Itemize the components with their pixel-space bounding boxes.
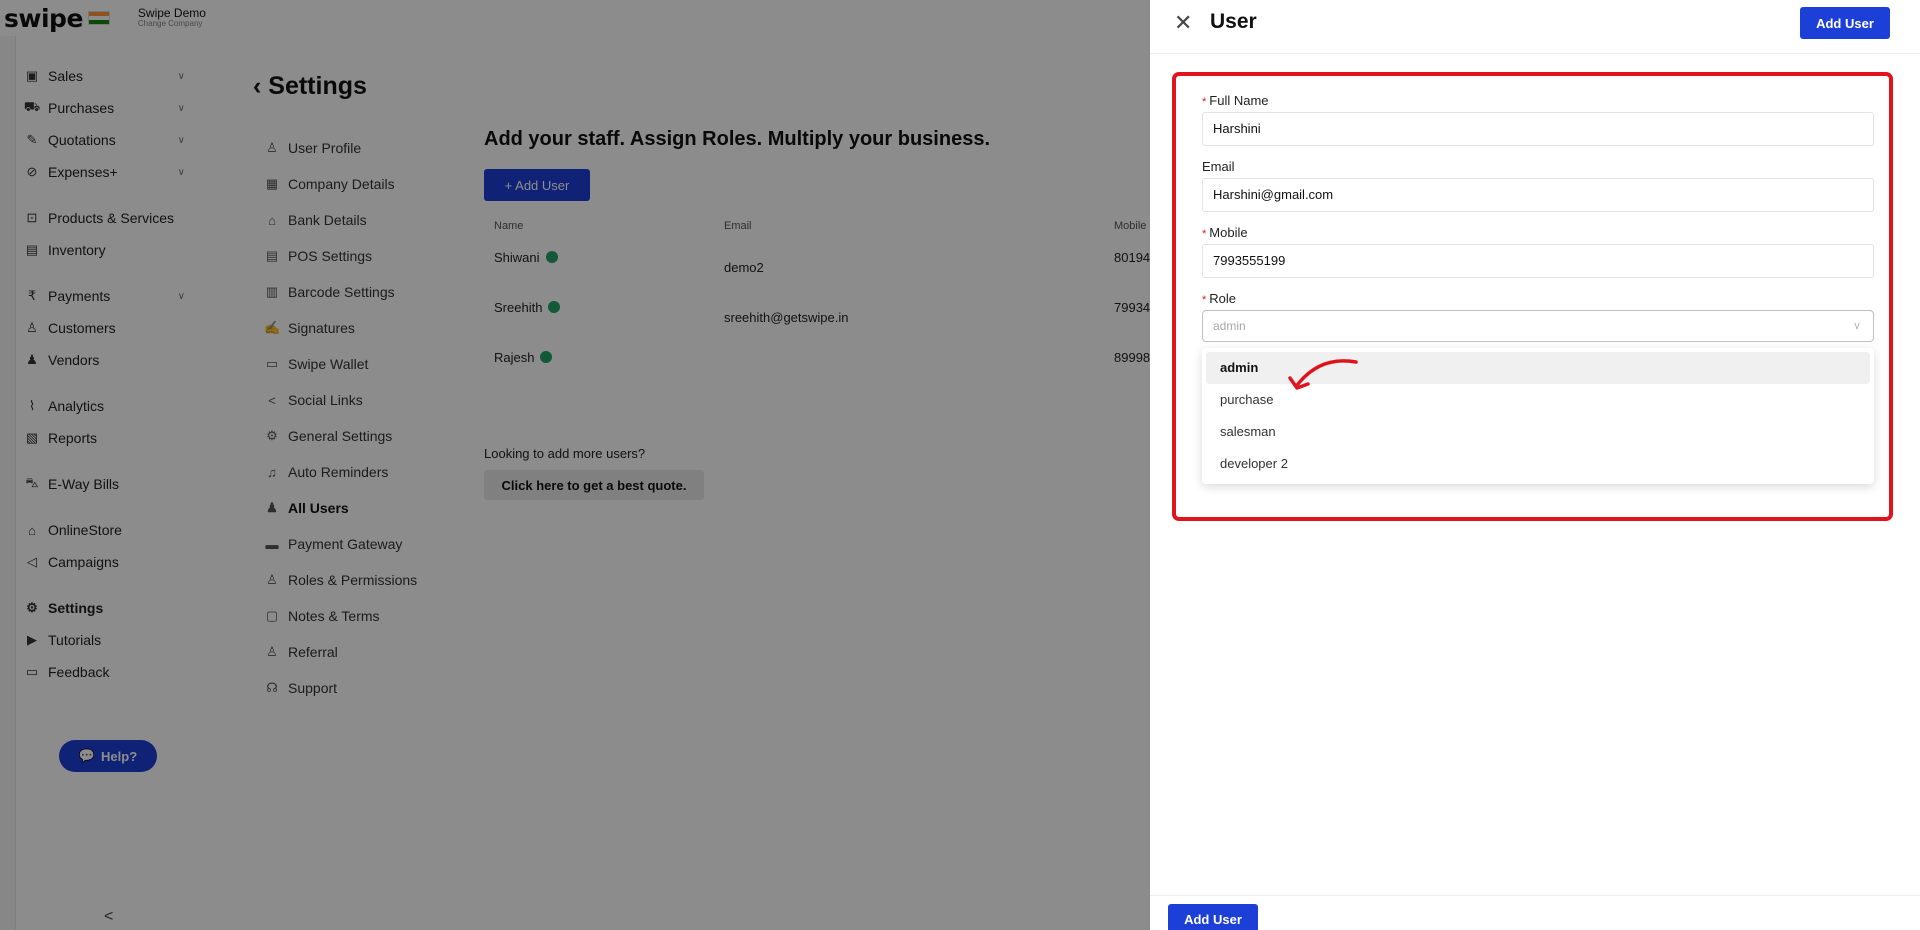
- add-user-drawer: ✕ User Add User * Full Name Harshini Emai…: [1150, 0, 1920, 930]
- email-label: Email: [1202, 159, 1235, 174]
- footer-add-user-button[interactable]: Add User: [1168, 904, 1258, 930]
- role-select[interactable]: admin ∨: [1202, 310, 1874, 342]
- drawer-title: User: [1210, 10, 1257, 33]
- drawer-footer: Add User: [1150, 895, 1920, 930]
- header-add-user-button[interactable]: Add User: [1800, 7, 1890, 39]
- mobile-label: * Mobile: [1202, 225, 1248, 240]
- modal-overlay[interactable]: [0, 0, 1150, 930]
- full-name-field[interactable]: Harshini: [1202, 112, 1874, 146]
- role-option[interactable]: developer 2: [1206, 448, 1870, 480]
- drawer-header: ✕ User Add User: [1150, 0, 1920, 54]
- role-placeholder: admin: [1213, 319, 1246, 333]
- email-field[interactable]: Harshini@gmail.com: [1202, 178, 1874, 212]
- full-name-label: * Full Name: [1202, 93, 1269, 108]
- required-marker: *: [1202, 228, 1207, 240]
- annotation-arrow-icon: [1288, 359, 1358, 390]
- role-option[interactable]: salesman: [1206, 416, 1870, 448]
- role-label: * Role: [1202, 291, 1237, 306]
- mobile-field[interactable]: 7993555199: [1202, 244, 1874, 278]
- close-icon[interactable]: ✕: [1174, 10, 1192, 36]
- chevron-down-icon: ∨: [1852, 320, 1861, 332]
- highlight-frame: * Full Name Harshini Email Harshini@gmail…: [1172, 72, 1893, 521]
- user-form: * Full Name Harshini Email Harshini@gmail…: [1202, 90, 1874, 484]
- required-marker: *: [1202, 294, 1207, 306]
- required-marker: *: [1202, 96, 1207, 108]
